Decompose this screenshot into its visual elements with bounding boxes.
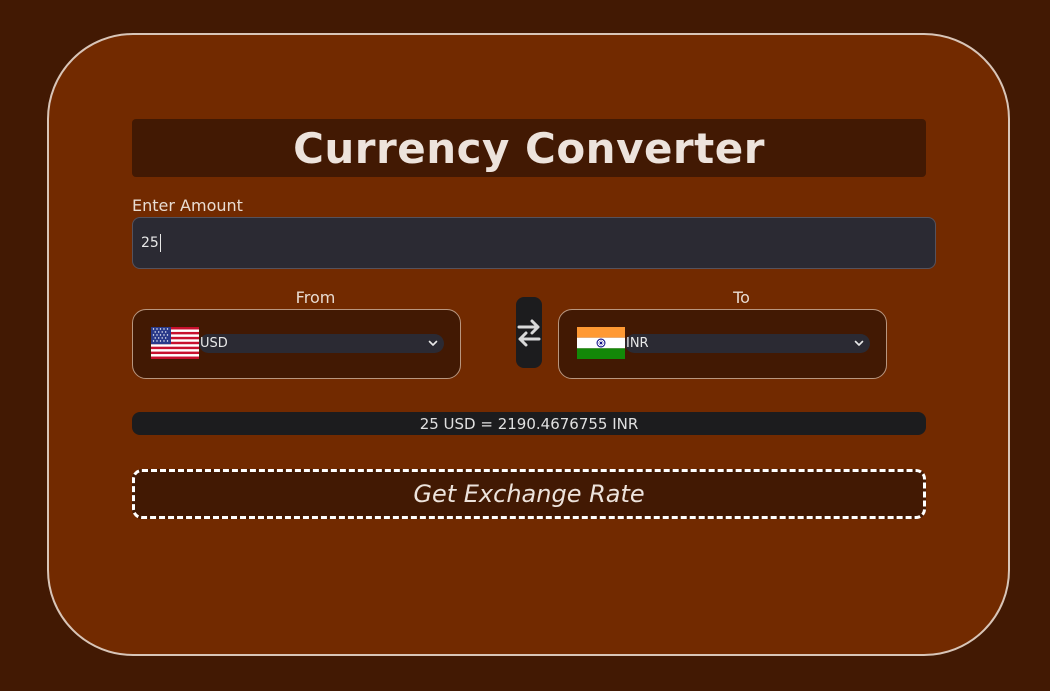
swap-button[interactable]	[516, 297, 542, 368]
india-flag-icon	[577, 327, 625, 359]
page-title: Currency Converter	[293, 123, 765, 173]
chevron-down-icon	[854, 340, 864, 346]
amount-input[interactable]: 25	[132, 217, 936, 269]
get-exchange-rate-button[interactable]: Get Exchange Rate	[132, 469, 926, 519]
title-bar: Currency Converter	[132, 119, 926, 177]
from-currency-select[interactable]: USD	[199, 334, 444, 353]
to-currency-value: INR	[626, 336, 649, 351]
from-label: From	[295, 288, 336, 307]
text-caret	[159, 234, 161, 252]
to-select-container: INR	[558, 309, 887, 379]
swap-arrows-icon	[517, 319, 541, 346]
to-currency-select[interactable]: INR	[625, 334, 870, 353]
amount-label: Enter Amount	[132, 196, 243, 215]
to-label: To	[733, 288, 750, 307]
us-flag-icon	[151, 327, 199, 359]
exchange-result: 25 USD = 2190.4676755 INR	[132, 412, 926, 435]
chevron-down-icon	[428, 340, 438, 346]
amount-value: 25	[141, 235, 159, 251]
from-currency-value: USD	[200, 336, 228, 351]
from-select-container: USD	[132, 309, 461, 379]
